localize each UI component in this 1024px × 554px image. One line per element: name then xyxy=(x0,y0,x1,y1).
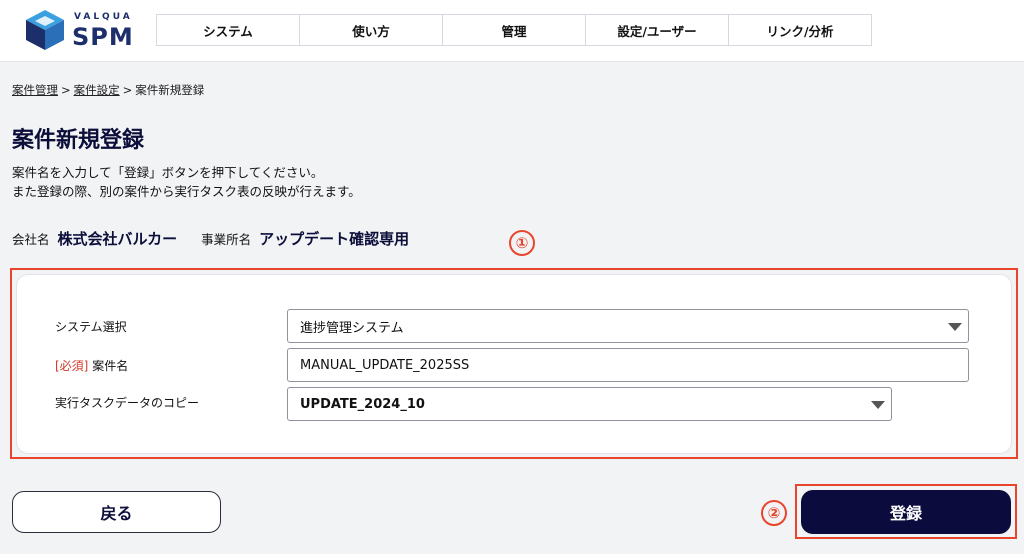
nav-item-system[interactable]: システム xyxy=(157,15,300,45)
office-value: アップデート確認専用 xyxy=(259,230,410,248)
annotation-highlight-register xyxy=(795,484,1017,539)
annotation-highlight-form xyxy=(10,268,1018,459)
page-title: 案件新規登録 xyxy=(12,128,145,153)
nav-item-links-analytics[interactable]: リンク/分析 xyxy=(729,15,871,45)
company-label: 会社名 xyxy=(12,232,50,247)
breadcrumb-separator: > xyxy=(61,83,71,97)
cube-logo-icon xyxy=(26,10,64,50)
description-line-1: 案件名を入力して「登録」ボタンを押下してください。 xyxy=(12,165,324,180)
nav-item-settings-users[interactable]: 設定/ユーザー xyxy=(586,15,729,45)
nav-item-admin[interactable]: 管理 xyxy=(443,15,586,45)
logo-valqua-text: VALQUA xyxy=(74,12,133,22)
office-label: 事業所名 xyxy=(201,232,252,247)
company-info: 会社名 株式会社バルカー 事業所名 アップデート確認専用 xyxy=(12,228,433,249)
breadcrumb-project-management[interactable]: 案件管理 xyxy=(12,83,58,97)
page-description: 案件名を入力して「登録」ボタンを押下してください。 また登録の際、別の案件から実… xyxy=(12,163,361,201)
company-value: 株式会社バルカー xyxy=(57,230,178,248)
breadcrumb-current: 案件新規登録 xyxy=(135,83,205,97)
nav-item-usage[interactable]: 使い方 xyxy=(300,15,443,45)
description-line-2: また登録の際、別の案件から実行タスク表の反映が行えます。 xyxy=(12,184,361,199)
breadcrumb-separator: > xyxy=(122,83,133,97)
breadcrumb: 案件管理 > 案件設定 > 案件新規登録 xyxy=(12,82,204,98)
logo-spm-text: SPM xyxy=(72,23,134,51)
valqua-spm-logo[interactable]: VALQUA SPM xyxy=(22,8,152,54)
main-nav: システム 使い方 管理 設定/ユーザー リンク/分析 xyxy=(156,14,872,46)
back-button[interactable]: 戻る xyxy=(12,491,221,533)
header: VALQUA SPM システム 使い方 管理 設定/ユーザー リンク/分析 xyxy=(0,0,1024,62)
annotation-marker-2: ② xyxy=(761,500,787,526)
breadcrumb-project-settings[interactable]: 案件設定 xyxy=(74,83,120,97)
annotation-marker-1: ① xyxy=(509,230,535,256)
